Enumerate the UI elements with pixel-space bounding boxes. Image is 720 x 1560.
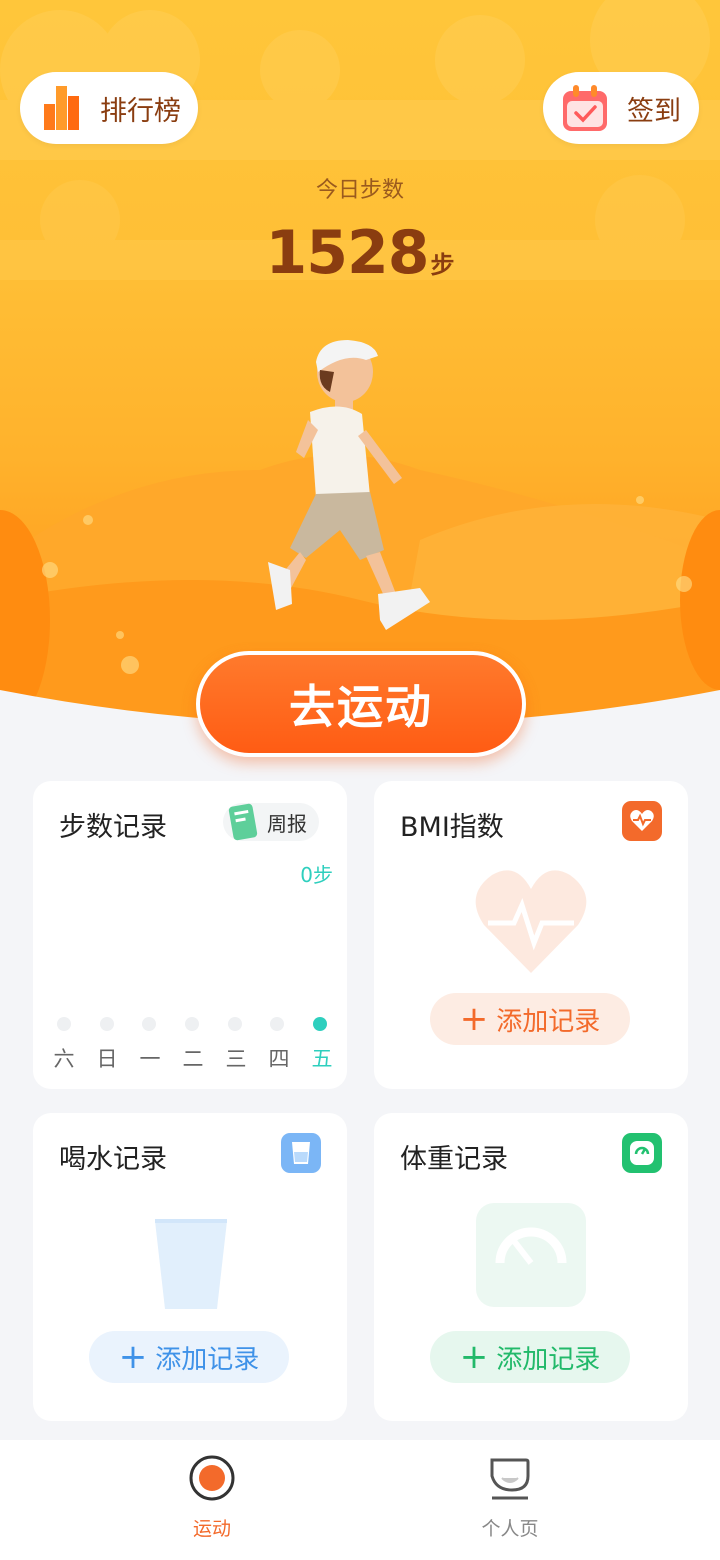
tab-profile[interactable]: 个人页 [450,1454,570,1541]
water-card[interactable]: 喝水记录 + 添加记录 [33,1113,347,1421]
day-label: 四 [268,1047,290,1071]
hero-banner: 排行榜 签到 今日步数 1528步 [0,0,720,760]
day-label: 一 [139,1047,161,1071]
weight-card[interactable]: 体重记录 + 添加记录 [374,1113,688,1421]
record-icon [189,1455,235,1501]
day-dot [227,1017,242,1031]
leaderboard-label: 排行榜 [100,95,181,127]
step-count: 1528 [265,218,430,288]
day-dot [142,1017,157,1031]
bmi-title: BMI指数 [400,812,504,843]
start-exercise-button[interactable]: 去运动 [196,651,526,757]
bar-chart-icon [44,86,79,130]
steps-chart-value: 0步 [300,863,333,887]
weekly-report-label: 周报 [267,811,307,836]
heart-pulse-icon [622,801,662,841]
steps-day-labels: 六 日 一 二 三 四 五 [53,1043,333,1073]
checkin-label: 签到 [627,95,681,127]
day-label: 日 [96,1047,118,1071]
leaderboard-button[interactable]: 排行榜 [20,72,198,144]
scale-icon [622,1133,662,1173]
start-exercise-label: 去运动 [289,680,433,734]
step-unit: 步 [430,251,455,279]
today-steps-label: 今日步数 [315,178,404,203]
weight-add-record-label: 添加记录 [496,1344,601,1375]
bmi-heart-illustration [475,870,587,973]
cup-icon [281,1133,321,1173]
plus-icon: + [459,999,489,1039]
tab-profile-label: 个人页 [481,1518,539,1540]
plus-icon: + [118,1337,148,1377]
day-label-active: 五 [311,1047,333,1071]
checkin-button[interactable]: 签到 [543,72,699,144]
day-label: 三 [225,1047,247,1071]
day-dot [99,1017,114,1031]
weight-title: 体重记录 [400,1144,508,1175]
bmi-add-record-button[interactable]: + 添加记录 [430,993,630,1045]
day-dot [57,1017,71,1031]
day-dot [270,1017,285,1031]
day-label: 六 [53,1047,75,1071]
weight-scale-illustration [476,1203,586,1307]
plus-icon: + [459,1337,489,1377]
today-steps-value: 1528步 [0,218,720,288]
profile-icon [490,1458,530,1500]
day-dot [184,1017,199,1031]
report-book-icon [228,803,258,841]
tab-exercise[interactable]: 运动 [152,1454,272,1541]
water-add-record-label: 添加记录 [155,1344,260,1375]
steps-record-card[interactable]: 步数记录 周报 0步 六 日 一 二 三 四 五 [33,781,347,1089]
bmi-add-record-label: 添加记录 [496,1006,601,1037]
day-dot-active [312,1017,327,1031]
tab-exercise-label: 运动 [192,1518,231,1540]
steps-record-title: 步数记录 [59,812,167,843]
water-title: 喝水记录 [59,1144,167,1175]
water-glass-illustration [155,1219,227,1309]
calendar-check-icon [563,85,607,131]
weight-add-record-button[interactable]: + 添加记录 [430,1331,630,1383]
water-add-record-button[interactable]: + 添加记录 [89,1331,289,1383]
bmi-card[interactable]: BMI指数 + 添加记录 [374,781,688,1089]
steps-day-dots [57,1017,327,1031]
bottom-tab-bar: 运动 个人页 [0,1440,720,1560]
weekly-report-button[interactable]: 周报 [223,803,319,841]
day-label: 二 [182,1047,204,1071]
